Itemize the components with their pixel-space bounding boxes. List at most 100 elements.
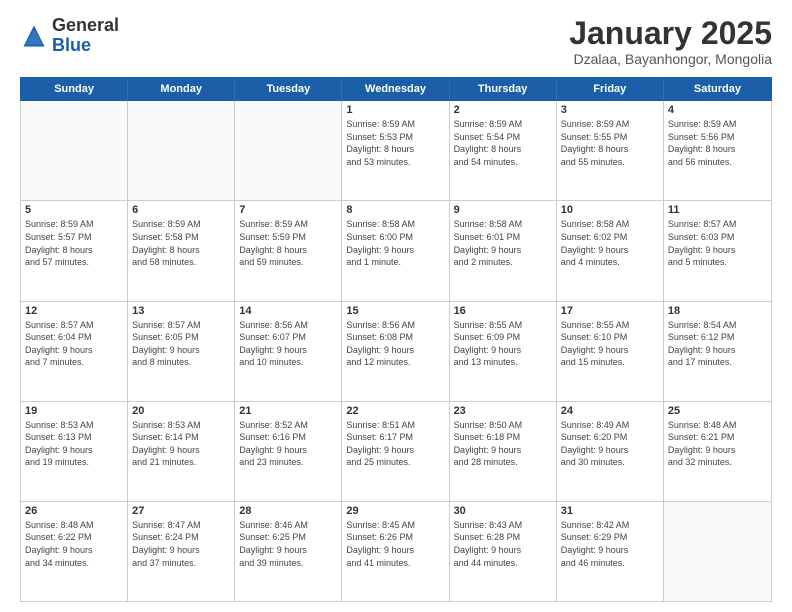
- day-number: 7: [239, 204, 337, 216]
- calendar-cell-day-22: 22Sunrise: 8:51 AM Sunset: 6:17 PM Dayli…: [342, 402, 449, 501]
- cell-sun-info: Sunrise: 8:59 AM Sunset: 5:53 PM Dayligh…: [346, 118, 444, 168]
- day-number: 12: [25, 305, 123, 317]
- calendar-cell-day-29: 29 Sunrise: 8:45 AM Sunset: 6:26 PM Dayli…: [342, 502, 449, 601]
- calendar-body: 1 Sunrise: 8:59 AM Sunset: 5:53 PM Daylig…: [20, 101, 772, 602]
- day-number: 24: [561, 405, 659, 417]
- calendar-cell-day-9: 9 Sunrise: 8:58 AM Sunset: 6:01 PM Daylig…: [450, 201, 557, 300]
- title-block: January 2025 Dzalaa, Bayanhongor, Mongol…: [569, 16, 772, 67]
- cell-sun-info: Sunrise: 8:46 AM Sunset: 6:25 PM Dayligh…: [239, 519, 337, 569]
- day-number: 4: [668, 104, 767, 116]
- cell-sun-info: Sunrise: 8:59 AM Sunset: 5:55 PM Dayligh…: [561, 118, 659, 168]
- cell-sun-info: Sunrise: 8:59 AM Sunset: 5:54 PM Dayligh…: [454, 118, 552, 168]
- logo-general-text: General: [52, 15, 119, 35]
- header: General Blue January 2025 Dzalaa, Bayanh…: [20, 16, 772, 67]
- calendar-cell-day-14: 14Sunrise: 8:56 AM Sunset: 6:07 PM Dayli…: [235, 302, 342, 401]
- day-number: 29: [346, 505, 444, 517]
- calendar-cell-day-6: 6Sunrise: 8:59 AM Sunset: 5:58 PM Daylig…: [128, 201, 235, 300]
- calendar-cell-empty: [21, 101, 128, 200]
- day-number: 27: [132, 505, 230, 517]
- day-number: 6: [132, 204, 230, 216]
- cell-sun-info: Sunrise: 8:59 AM Sunset: 5:57 PM Dayligh…: [25, 218, 123, 268]
- cell-sun-info: Sunrise: 8:53 AM Sunset: 6:13 PM Dayligh…: [25, 419, 123, 469]
- calendar-cell-day-28: 28 Sunrise: 8:46 AM Sunset: 6:25 PM Dayli…: [235, 502, 342, 601]
- weekday-header-wednesday: Wednesday: [342, 78, 449, 100]
- calendar-cell-day-25: 25Sunrise: 8:48 AM Sunset: 6:21 PM Dayli…: [664, 402, 771, 501]
- month-title: January 2025: [569, 16, 772, 51]
- calendar-cell-empty: [664, 502, 771, 601]
- calendar-row-0: 1 Sunrise: 8:59 AM Sunset: 5:53 PM Daylig…: [21, 101, 771, 201]
- cell-sun-info: Sunrise: 8:43 AM Sunset: 6:28 PM Dayligh…: [454, 519, 552, 569]
- day-number: 23: [454, 405, 552, 417]
- cell-sun-info: Sunrise: 8:59 AM Sunset: 5:56 PM Dayligh…: [668, 118, 767, 168]
- calendar-cell-empty: [235, 101, 342, 200]
- calendar-row-1: 5Sunrise: 8:59 AM Sunset: 5:57 PM Daylig…: [21, 201, 771, 301]
- calendar-cell-day-4: 4 Sunrise: 8:59 AM Sunset: 5:56 PM Daylig…: [664, 101, 771, 200]
- calendar-cell-day-1: 1 Sunrise: 8:59 AM Sunset: 5:53 PM Daylig…: [342, 101, 449, 200]
- weekday-header-friday: Friday: [557, 78, 664, 100]
- day-number: 8: [346, 204, 444, 216]
- cell-sun-info: Sunrise: 8:57 AM Sunset: 6:04 PM Dayligh…: [25, 319, 123, 369]
- cell-sun-info: Sunrise: 8:56 AM Sunset: 6:07 PM Dayligh…: [239, 319, 337, 369]
- cell-sun-info: Sunrise: 8:50 AM Sunset: 6:18 PM Dayligh…: [454, 419, 552, 469]
- weekday-header-tuesday: Tuesday: [235, 78, 342, 100]
- location: Dzalaa, Bayanhongor, Mongolia: [569, 51, 772, 67]
- day-number: 28: [239, 505, 337, 517]
- day-number: 18: [668, 305, 767, 317]
- logo: General Blue: [20, 16, 119, 56]
- cell-sun-info: Sunrise: 8:55 AM Sunset: 6:09 PM Dayligh…: [454, 319, 552, 369]
- cell-sun-info: Sunrise: 8:51 AM Sunset: 6:17 PM Dayligh…: [346, 419, 444, 469]
- calendar: SundayMondayTuesdayWednesdayThursdayFrid…: [20, 77, 772, 602]
- page: General Blue January 2025 Dzalaa, Bayanh…: [0, 0, 792, 612]
- calendar-row-4: 26 Sunrise: 8:48 AM Sunset: 6:22 PM Dayli…: [21, 502, 771, 601]
- logo-text: General Blue: [52, 16, 119, 56]
- calendar-cell-day-5: 5Sunrise: 8:59 AM Sunset: 5:57 PM Daylig…: [21, 201, 128, 300]
- calendar-cell-day-10: 10Sunrise: 8:58 AM Sunset: 6:02 PM Dayli…: [557, 201, 664, 300]
- calendar-cell-day-24: 24 Sunrise: 8:49 AM Sunset: 6:20 PM Dayli…: [557, 402, 664, 501]
- day-number: 21: [239, 405, 337, 417]
- day-number: 3: [561, 104, 659, 116]
- day-number: 30: [454, 505, 552, 517]
- day-number: 9: [454, 204, 552, 216]
- logo-blue-text: Blue: [52, 35, 91, 55]
- calendar-cell-day-15: 15Sunrise: 8:56 AM Sunset: 6:08 PM Dayli…: [342, 302, 449, 401]
- day-number: 16: [454, 305, 552, 317]
- calendar-cell-day-23: 23 Sunrise: 8:50 AM Sunset: 6:18 PM Dayli…: [450, 402, 557, 501]
- calendar-cell-day-11: 11 Sunrise: 8:57 AM Sunset: 6:03 PM Dayli…: [664, 201, 771, 300]
- cell-sun-info: Sunrise: 8:59 AM Sunset: 5:59 PM Dayligh…: [239, 218, 337, 268]
- calendar-cell-day-30: 30 Sunrise: 8:43 AM Sunset: 6:28 PM Dayli…: [450, 502, 557, 601]
- calendar-cell-day-7: 7 Sunrise: 8:59 AM Sunset: 5:59 PM Daylig…: [235, 201, 342, 300]
- day-number: 26: [25, 505, 123, 517]
- calendar-cell-empty: [128, 101, 235, 200]
- calendar-cell-day-2: 2Sunrise: 8:59 AM Sunset: 5:54 PM Daylig…: [450, 101, 557, 200]
- day-number: 11: [668, 204, 767, 216]
- cell-sun-info: Sunrise: 8:57 AM Sunset: 6:03 PM Dayligh…: [668, 218, 767, 268]
- calendar-cell-day-17: 17 Sunrise: 8:55 AM Sunset: 6:10 PM Dayli…: [557, 302, 664, 401]
- calendar-cell-day-31: 31 Sunrise: 8:42 AM Sunset: 6:29 PM Dayli…: [557, 502, 664, 601]
- cell-sun-info: Sunrise: 8:58 AM Sunset: 6:00 PM Dayligh…: [346, 218, 444, 268]
- cell-sun-info: Sunrise: 8:53 AM Sunset: 6:14 PM Dayligh…: [132, 419, 230, 469]
- logo-icon: [20, 22, 48, 50]
- day-number: 1: [346, 104, 444, 116]
- calendar-row-2: 12 Sunrise: 8:57 AM Sunset: 6:04 PM Dayli…: [21, 302, 771, 402]
- cell-sun-info: Sunrise: 8:47 AM Sunset: 6:24 PM Dayligh…: [132, 519, 230, 569]
- cell-sun-info: Sunrise: 8:58 AM Sunset: 6:01 PM Dayligh…: [454, 218, 552, 268]
- cell-sun-info: Sunrise: 8:48 AM Sunset: 6:22 PM Dayligh…: [25, 519, 123, 569]
- cell-sun-info: Sunrise: 8:45 AM Sunset: 6:26 PM Dayligh…: [346, 519, 444, 569]
- day-number: 15: [346, 305, 444, 317]
- weekday-header-monday: Monday: [128, 78, 235, 100]
- day-number: 17: [561, 305, 659, 317]
- cell-sun-info: Sunrise: 8:49 AM Sunset: 6:20 PM Dayligh…: [561, 419, 659, 469]
- calendar-cell-day-8: 8 Sunrise: 8:58 AM Sunset: 6:00 PM Daylig…: [342, 201, 449, 300]
- calendar-cell-day-19: 19 Sunrise: 8:53 AM Sunset: 6:13 PM Dayli…: [21, 402, 128, 501]
- weekday-header-sunday: Sunday: [21, 78, 128, 100]
- day-number: 19: [25, 405, 123, 417]
- cell-sun-info: Sunrise: 8:42 AM Sunset: 6:29 PM Dayligh…: [561, 519, 659, 569]
- calendar-cell-day-27: 27 Sunrise: 8:47 AM Sunset: 6:24 PM Dayli…: [128, 502, 235, 601]
- calendar-cell-day-20: 20Sunrise: 8:53 AM Sunset: 6:14 PM Dayli…: [128, 402, 235, 501]
- calendar-cell-day-13: 13Sunrise: 8:57 AM Sunset: 6:05 PM Dayli…: [128, 302, 235, 401]
- day-number: 13: [132, 305, 230, 317]
- cell-sun-info: Sunrise: 8:52 AM Sunset: 6:16 PM Dayligh…: [239, 419, 337, 469]
- day-number: 31: [561, 505, 659, 517]
- calendar-header: SundayMondayTuesdayWednesdayThursdayFrid…: [20, 77, 772, 101]
- cell-sun-info: Sunrise: 8:55 AM Sunset: 6:10 PM Dayligh…: [561, 319, 659, 369]
